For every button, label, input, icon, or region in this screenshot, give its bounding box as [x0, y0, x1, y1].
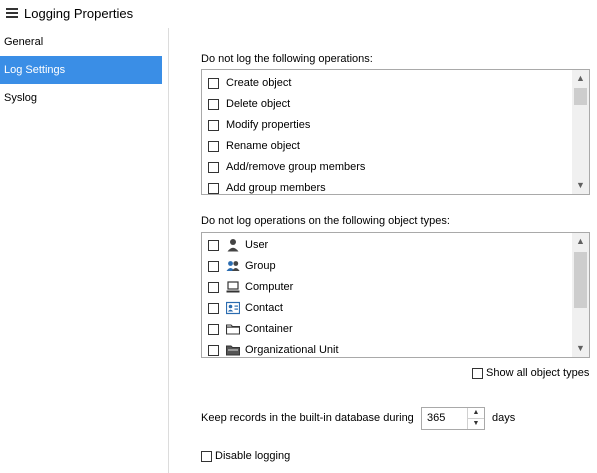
increment-icon[interactable]: ▲ [468, 408, 484, 418]
list-item[interactable]: Modify properties [208, 116, 310, 134]
list-item[interactable]: Group [208, 257, 276, 275]
title-bar: Logging Properties [0, 0, 597, 28]
scroll-thumb[interactable] [574, 252, 587, 308]
checkbox[interactable] [208, 140, 219, 152]
list-item[interactable]: Contact [208, 299, 283, 317]
list-item[interactable]: Add/remove group members [208, 158, 365, 176]
scroll-thumb[interactable] [574, 88, 587, 105]
list-item[interactable]: User [208, 236, 268, 254]
checkbox[interactable] [208, 161, 219, 173]
operations-scrollbar[interactable]: ▲ ▼ [572, 70, 589, 194]
list-item-label: Add group members [226, 182, 326, 194]
computer-icon [226, 280, 240, 294]
list-item-label: Create object [226, 77, 292, 89]
scroll-down-icon[interactable]: ▼ [572, 177, 589, 194]
list-item-label: Modify properties [226, 119, 311, 131]
window-title: Logging Properties [24, 6, 134, 21]
menu-icon[interactable] [6, 8, 18, 18]
disable-logging-label: Disable logging [215, 450, 291, 462]
checkbox[interactable] [208, 323, 219, 335]
days-stepper[interactable]: 365 ▲ ▼ [421, 407, 485, 430]
organizational-unit-icon [226, 343, 240, 357]
list-item[interactable]: Container [208, 320, 293, 338]
list-item-label: Organizational Unit [245, 344, 339, 356]
list-item[interactable]: Computer [208, 278, 293, 296]
user-icon [226, 238, 240, 252]
checkbox[interactable] [208, 281, 219, 293]
list-item-label: User [245, 239, 269, 251]
days-unit-label: days [492, 412, 516, 424]
sidebar-item-general[interactable]: General [0, 28, 162, 56]
decrement-icon[interactable]: ▼ [468, 418, 484, 429]
scroll-up-icon[interactable]: ▲ [572, 233, 589, 250]
stepper-buttons: ▲ ▼ [467, 408, 484, 429]
list-item-label: Group [245, 260, 276, 272]
keep-records-label: Keep records in the built-in database du… [201, 412, 414, 424]
list-item[interactable]: Add group members [208, 179, 326, 194]
list-item-label: Delete object [226, 98, 291, 110]
list-item[interactable]: Organizational Unit [208, 341, 339, 357]
list-item-label: Container [245, 323, 293, 335]
contact-icon [225, 301, 241, 315]
list-item[interactable]: Rename object [208, 137, 300, 155]
checkbox[interactable] [208, 98, 219, 110]
days-value[interactable]: 365 [427, 412, 445, 424]
list-item-label: Contact [245, 302, 283, 314]
object-types-list[interactable]: User Group Computer Contact Container Or [201, 232, 590, 358]
checkbox[interactable] [472, 367, 483, 379]
object-types-label: Do not log operations on the following o… [201, 215, 450, 227]
list-item-label: Add/remove group members [226, 161, 366, 173]
list-item[interactable]: Create object [208, 74, 291, 92]
sidebar-item-log-settings[interactable]: Log Settings [0, 56, 162, 84]
folder-icon [225, 322, 241, 336]
scroll-down-icon[interactable]: ▼ [572, 340, 589, 357]
checkbox[interactable] [201, 450, 212, 462]
list-item-label: Computer [245, 281, 294, 293]
checkbox[interactable] [208, 77, 219, 89]
object-types-scrollbar[interactable]: ▲ ▼ [572, 233, 589, 357]
operations-label: Do not log the following operations: [201, 53, 373, 65]
checkbox[interactable] [208, 302, 219, 314]
sidebar: General Log Settings Syslog [0, 28, 169, 473]
show-all-label: Show all object types [486, 367, 590, 379]
operations-list[interactable]: Create object Delete object Modify prope… [201, 69, 590, 195]
checkbox[interactable] [208, 344, 219, 356]
show-all-object-types-checkbox[interactable]: Show all object types [472, 367, 589, 379]
checkbox[interactable] [208, 239, 219, 251]
checkbox[interactable] [208, 182, 219, 194]
list-item[interactable]: Delete object [208, 95, 290, 113]
checkbox[interactable] [208, 119, 219, 131]
group-icon [226, 259, 240, 273]
checkbox[interactable] [208, 260, 219, 272]
disable-logging-checkbox[interactable]: Disable logging [201, 450, 290, 462]
list-item-label: Rename object [226, 140, 300, 152]
scroll-up-icon[interactable]: ▲ [572, 70, 589, 87]
sidebar-item-syslog[interactable]: Syslog [0, 84, 162, 112]
